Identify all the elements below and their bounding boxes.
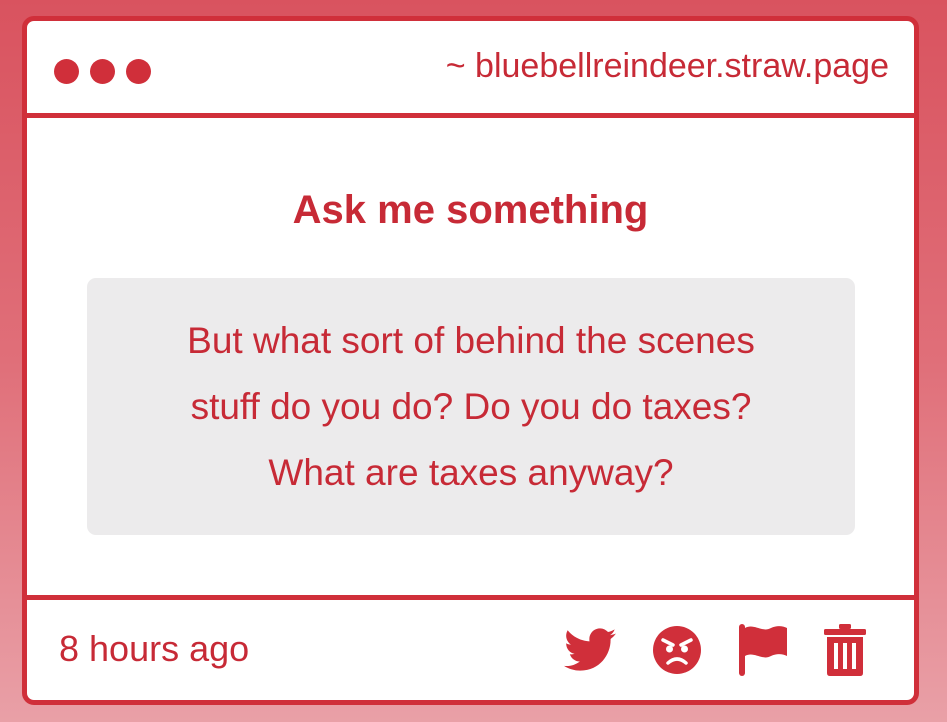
trash-icon bbox=[824, 624, 866, 676]
delete-button[interactable] bbox=[824, 624, 866, 676]
window-controls bbox=[54, 59, 151, 84]
question-line-2: stuff do you do? Do you do taxes? bbox=[190, 385, 752, 427]
window-dot-3 bbox=[126, 59, 151, 84]
card-footer: 8 hours ago bbox=[27, 595, 914, 700]
question-line-1: But what sort of behind the scenes bbox=[187, 319, 755, 361]
twitter-bird-icon bbox=[564, 628, 616, 671]
flag-icon bbox=[739, 624, 787, 676]
question-text: But what sort of behind the scenes stuff… bbox=[187, 308, 755, 506]
timestamp: 8 hours ago bbox=[59, 628, 250, 669]
title-bar: ~ bluebellreindeer.straw.page bbox=[27, 21, 914, 118]
angry-face-icon bbox=[653, 626, 701, 674]
question-line-3: What are taxes anyway? bbox=[268, 451, 674, 493]
question-content: Ask me something But what sort of behind… bbox=[27, 118, 914, 595]
window-dot-1 bbox=[54, 59, 79, 84]
page-title: Ask me something bbox=[292, 188, 649, 232]
action-bar bbox=[564, 624, 866, 676]
angry-react-button[interactable] bbox=[652, 625, 702, 675]
ask-card: ~ bluebellreindeer.straw.page Ask me som… bbox=[22, 16, 919, 705]
site-url[interactable]: ~ bluebellreindeer.straw.page bbox=[446, 47, 889, 86]
window-dot-2 bbox=[90, 59, 115, 84]
report-button[interactable] bbox=[738, 624, 788, 676]
twitter-share-button[interactable] bbox=[564, 628, 616, 672]
question-box: But what sort of behind the scenes stuff… bbox=[87, 278, 855, 535]
